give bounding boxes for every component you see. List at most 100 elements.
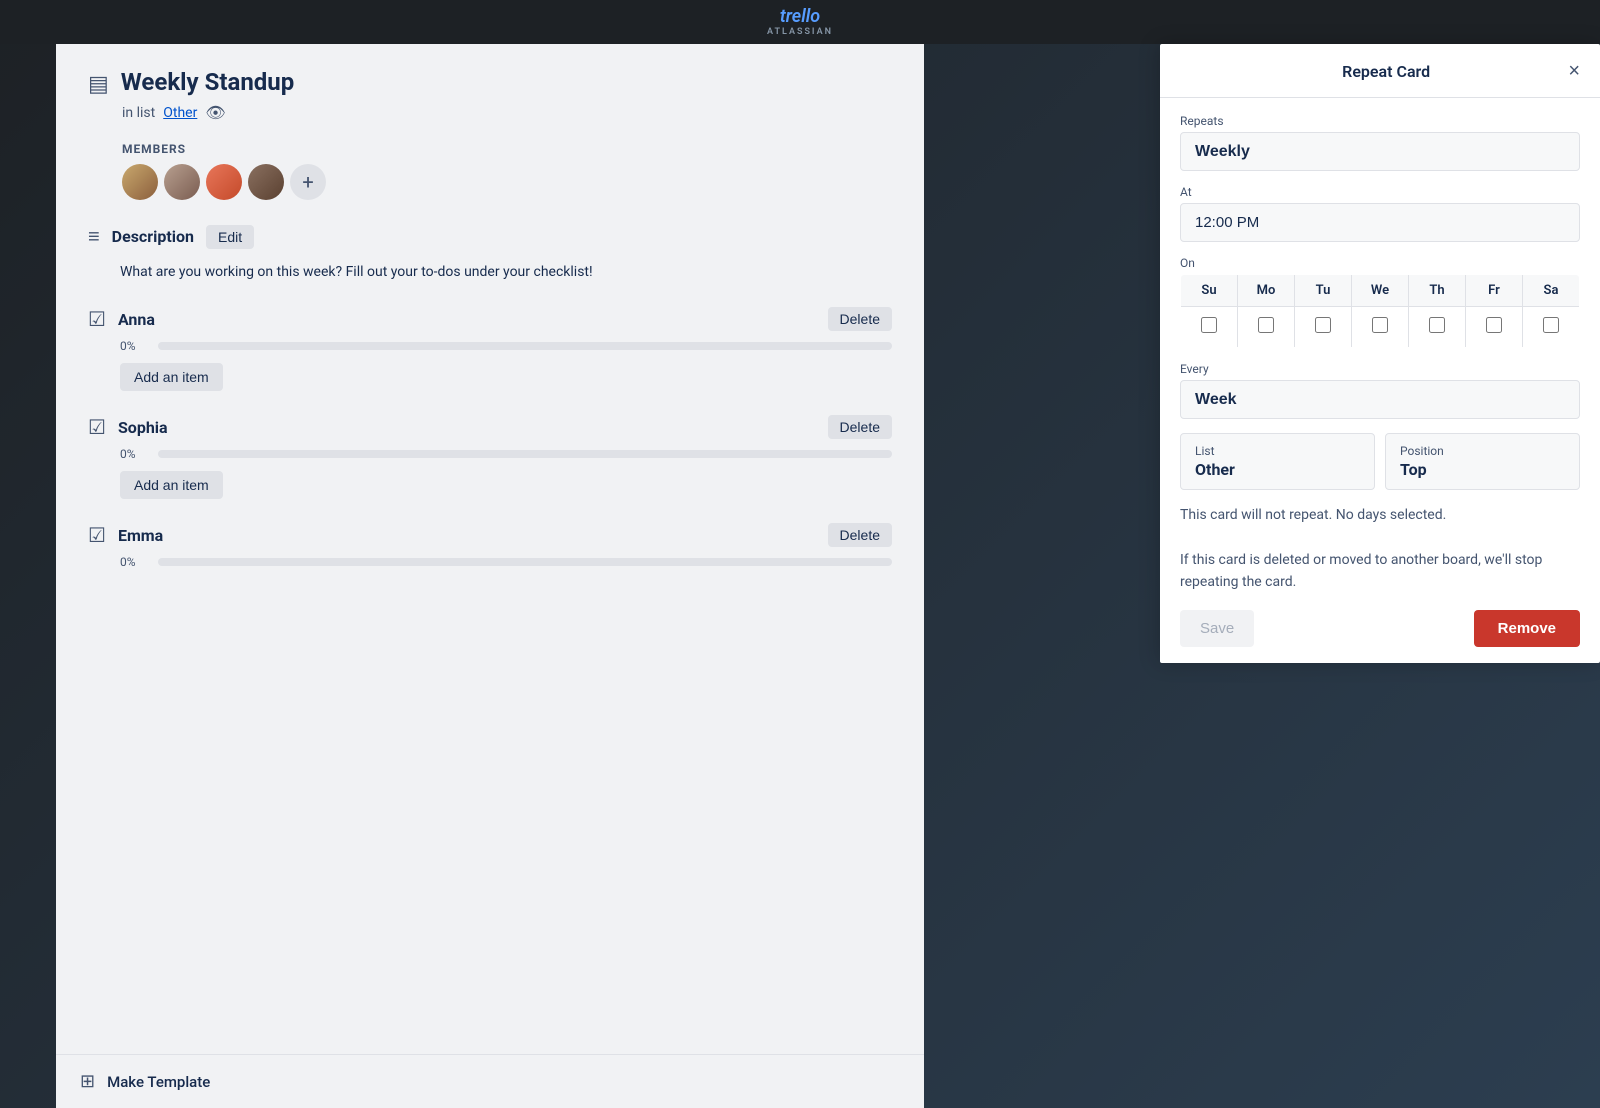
checklist-anna: ☑ Anna Delete 0% Add an item [88, 307, 892, 391]
progress-bar-bg-emma [158, 558, 892, 566]
list-label: List [1195, 444, 1360, 458]
make-template-bar[interactable]: ⊞ Make Template [56, 1054, 924, 1108]
remove-button[interactable]: Remove [1474, 610, 1580, 647]
progress-label-anna: 0% [120, 339, 148, 353]
description-header: ≡ Description Edit [88, 224, 892, 249]
checklist-anna-header: ☑ Anna Delete [88, 307, 892, 331]
card-title: Weekly Standup [121, 68, 294, 97]
day-mo: Mo [1238, 275, 1295, 307]
checklist-emma-left: ☑ Emma [88, 523, 163, 547]
on-label: On [1180, 256, 1580, 270]
progress-label-emma: 0% [120, 555, 148, 569]
list-box[interactable]: List Other [1180, 433, 1375, 490]
day-we: We [1352, 275, 1409, 307]
card-modal: ▤ Weekly Standup in list Other 👁 MEMBERS… [56, 44, 924, 1108]
position-value: Top [1400, 460, 1565, 479]
card-subtitle: in list Other 👁 [122, 103, 892, 122]
delete-anna-button[interactable]: Delete [828, 307, 892, 331]
avatar-3[interactable] [206, 164, 242, 200]
description-title: Description [112, 227, 194, 246]
checkbox-sa[interactable] [1543, 317, 1559, 333]
close-repeat-panel-button[interactable]: × [1568, 60, 1580, 83]
avatar-2[interactable] [164, 164, 200, 200]
repeats-label: Repeats [1180, 114, 1580, 128]
add-member-button[interactable]: + [290, 164, 326, 200]
top-bar: trello ATLASSIAN [0, 0, 1600, 44]
list-value: Other [1195, 460, 1360, 479]
days-table: Su Mo Tu We Th Fr Sa [1180, 274, 1580, 348]
checkbox-mo[interactable] [1258, 317, 1274, 333]
delete-sophia-button[interactable]: Delete [828, 415, 892, 439]
at-field: At [1180, 185, 1580, 242]
every-select[interactable]: Week 2 Weeks Month [1180, 380, 1580, 419]
list-name-link[interactable]: Other [163, 105, 197, 121]
every-label: Every [1180, 362, 1580, 376]
add-item-sophia-button[interactable]: Add an item [120, 471, 223, 499]
checklist-name-emma: Emma [118, 526, 163, 545]
progress-sophia: 0% [120, 447, 892, 461]
checklist-name-sophia: Sophia [118, 418, 168, 437]
repeats-field: Repeats Weekly Daily Monthly [1180, 114, 1580, 171]
checkbox-su[interactable] [1201, 317, 1217, 333]
on-field: On Su Mo Tu We Th Fr Sa [1180, 256, 1580, 348]
progress-label-sophia: 0% [120, 447, 148, 461]
checklist-icon-sophia: ☑ [88, 415, 106, 439]
checklist-name-anna: Anna [118, 310, 155, 329]
members-label: MEMBERS [122, 142, 892, 156]
edit-description-button[interactable]: Edit [206, 225, 254, 249]
repeat-info-line2: If this card is deleted or moved to anot… [1180, 549, 1580, 594]
checklist-sophia: ☑ Sophia Delete 0% Add an item [88, 415, 892, 499]
checklist-icon-emma: ☑ [88, 523, 106, 547]
position-label: Position [1400, 444, 1565, 458]
repeat-info: This card will not repeat. No days selec… [1180, 504, 1580, 594]
day-th: Th [1409, 275, 1466, 307]
checklist-icon-anna: ☑ [88, 307, 106, 331]
day-fr: Fr [1466, 275, 1523, 307]
delete-emma-button[interactable]: Delete [828, 523, 892, 547]
make-template-label: Make Template [107, 1073, 210, 1091]
save-button[interactable]: Save [1180, 610, 1254, 647]
progress-anna: 0% [120, 339, 892, 353]
card-type-icon: ▤ [88, 72, 109, 97]
repeats-select[interactable]: Weekly Daily Monthly [1180, 132, 1580, 171]
checkbox-we[interactable] [1372, 317, 1388, 333]
position-box[interactable]: Position Top [1385, 433, 1580, 490]
avatar-4[interactable] [248, 164, 284, 200]
progress-emma: 0% [120, 555, 892, 569]
checkbox-th[interactable] [1429, 317, 1445, 333]
repeat-panel: Repeat Card × Repeats Weekly Daily Month… [1160, 44, 1600, 663]
checklist-emma: ☑ Emma Delete 0% [88, 523, 892, 569]
watch-icon[interactable]: 👁 [205, 103, 225, 122]
logo-sub: ATLASSIAN [767, 27, 833, 38]
checklist-sophia-header: ☑ Sophia Delete [88, 415, 892, 439]
repeat-panel-title: Repeat Card [1204, 62, 1568, 81]
every-field: Every Week 2 Weeks Month [1180, 362, 1580, 419]
repeat-actions: Save Remove [1180, 610, 1580, 647]
at-label: At [1180, 185, 1580, 199]
day-tu: Tu [1295, 275, 1352, 307]
at-input[interactable] [1180, 203, 1580, 242]
subtitle-prefix: in list [122, 105, 155, 121]
logo-brand: trello [780, 6, 820, 28]
members-row: + [122, 164, 892, 200]
repeat-panel-header: Repeat Card × [1160, 44, 1600, 98]
card-header: ▤ Weekly Standup [88, 68, 892, 97]
trello-logo: trello ATLASSIAN [767, 6, 833, 38]
checkbox-fr[interactable] [1486, 317, 1502, 333]
checklist-sophia-left: ☑ Sophia [88, 415, 168, 439]
repeat-info-line1: This card will not repeat. No days selec… [1180, 504, 1580, 526]
repeat-panel-body: Repeats Weekly Daily Monthly At On Su Mo… [1160, 98, 1600, 663]
add-item-anna-button[interactable]: Add an item [120, 363, 223, 391]
progress-bar-bg-anna [158, 342, 892, 350]
template-icon: ⊞ [80, 1071, 95, 1092]
list-position-row: List Other Position Top [1180, 433, 1580, 490]
progress-bar-bg-sophia [158, 450, 892, 458]
day-sa: Sa [1523, 275, 1580, 307]
checklist-emma-header: ☑ Emma Delete [88, 523, 892, 547]
description-text: What are you working on this week? Fill … [120, 261, 892, 283]
avatar-1[interactable] [122, 164, 158, 200]
description-icon: ≡ [88, 224, 100, 249]
checkbox-tu[interactable] [1315, 317, 1331, 333]
day-su: Su [1181, 275, 1238, 307]
checklist-anna-left: ☑ Anna [88, 307, 155, 331]
